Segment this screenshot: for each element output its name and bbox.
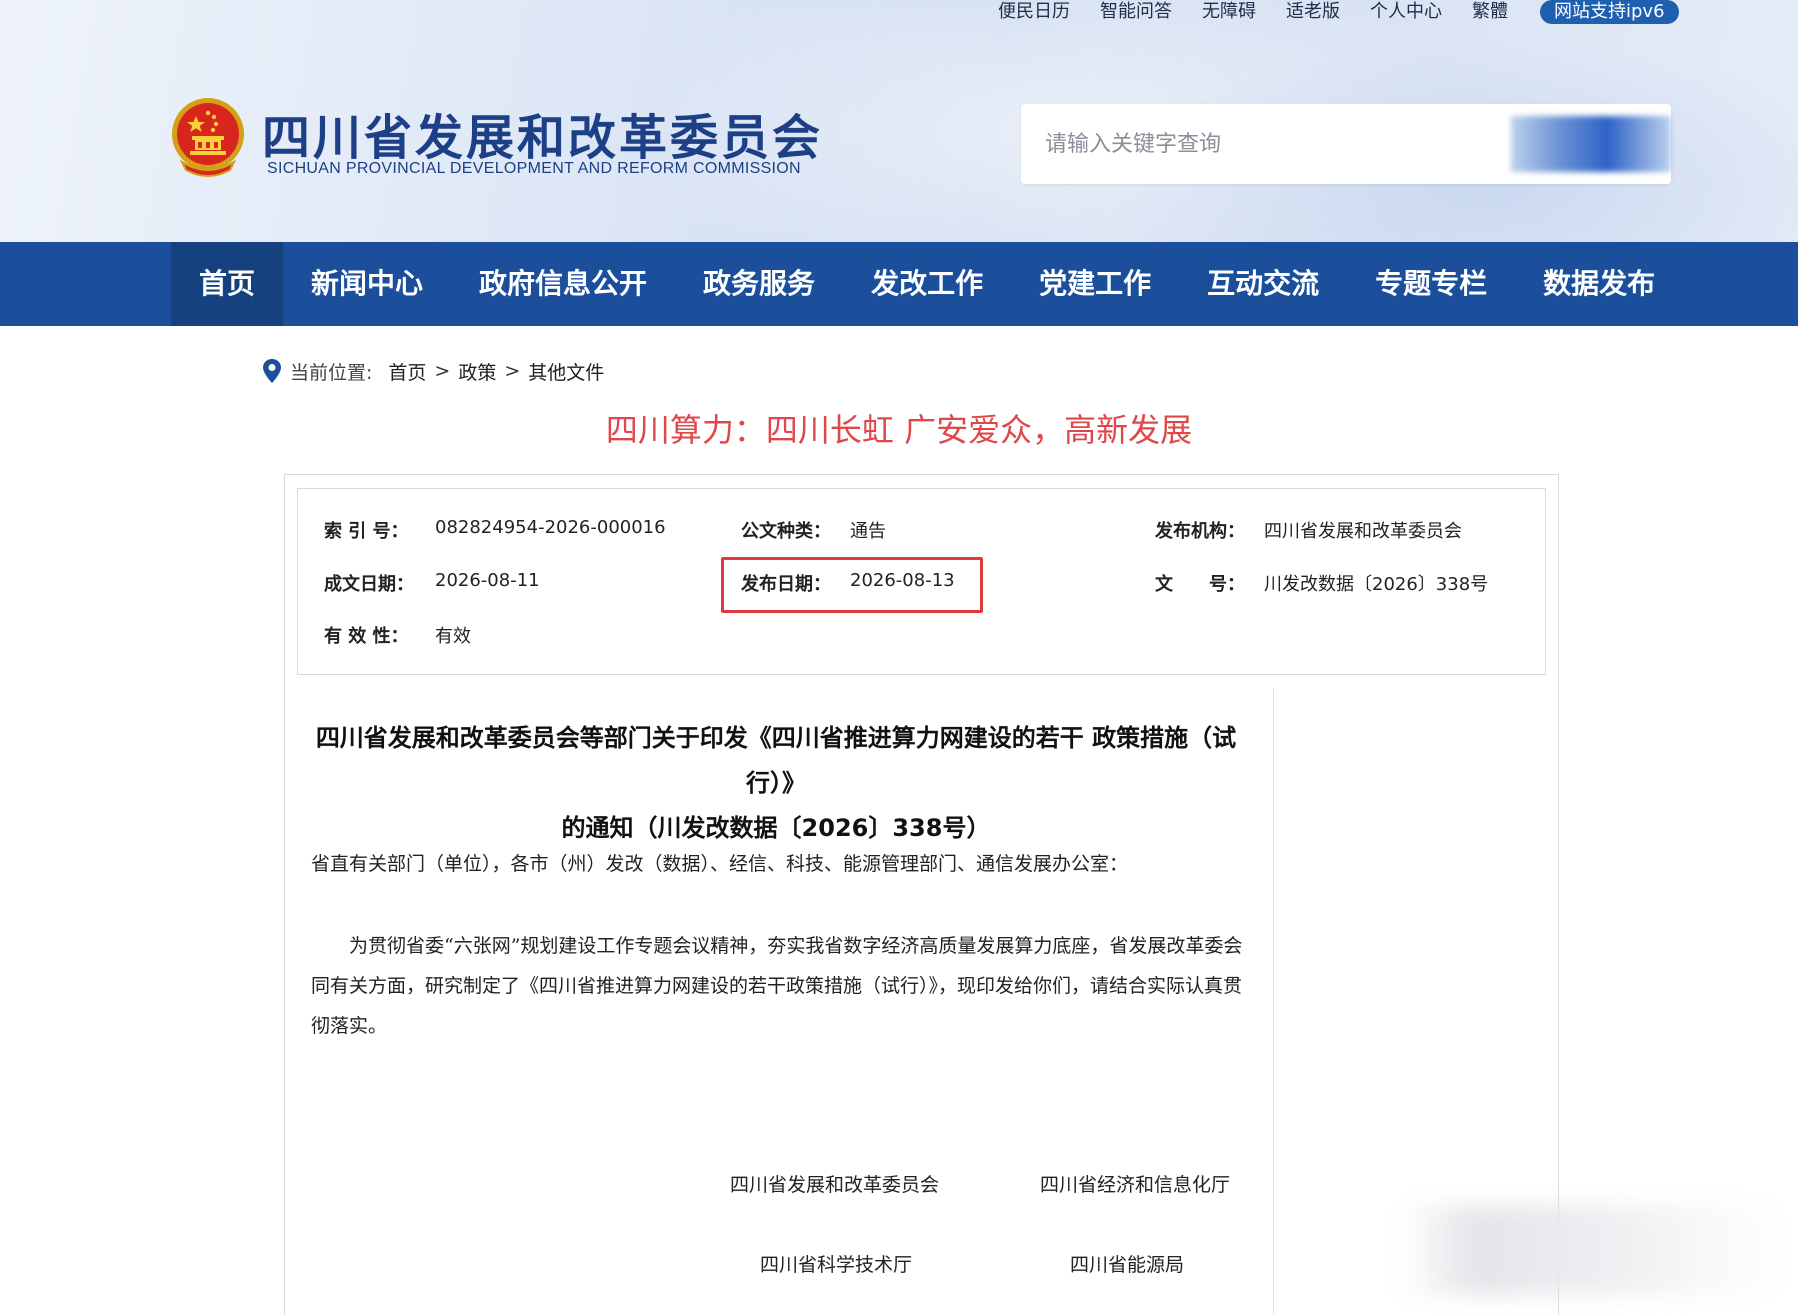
doc-number-label: 文 号： [1155,574,1245,595]
main-nav: 首页 新闻中心 政府信息公开 政务服务 发改工作 党建工作 互动交流 专题专栏 … [0,242,1798,326]
document-heading-line2: 的通知（川发改数据〔2026〕338号） [561,814,991,842]
nav-special-topics[interactable]: 专题专栏 [1347,242,1515,326]
signature-science-tech-dept: 四川省科学技术厅 [760,1254,913,1276]
validity-value: 有效 [435,626,471,647]
document-heading-line1: 四川省发展和改革委员会等部门关于印发《四川省推进算力网建设的若干 政策措施（试行… [315,724,1237,797]
location-pin-icon [263,359,281,383]
breadcrumb-home[interactable]: 首页 [388,358,426,385]
toplink-traditional-chinese[interactable]: 繁體 [1472,1,1508,23]
issuer-label: 发布机构： [1155,521,1245,542]
column-divider [1273,688,1274,1315]
breadcrumb: 当前位置: 首页 > 政策 > 其他文件 [262,356,604,386]
page-title: 四川算力：四川长虹 广安爱众，高新发展 [605,411,1193,449]
toplink-personal-center[interactable]: 个人中心 [1370,1,1442,23]
search-box [1021,104,1671,184]
nav-gov-info-disclosure[interactable]: 政府信息公开 [451,242,675,326]
nav-party-building[interactable]: 党建工作 [1011,242,1179,326]
toplink-accessibility[interactable]: 无障碍 [1202,1,1256,23]
toplink-calendar[interactable]: 便民日历 [998,1,1070,23]
national-emblem-icon[interactable] [168,96,248,180]
site-header: 便民日历 智能问答 无障碍 适老版 个人中心 繁體 网站支持ipv6 四川省发展… [0,0,1798,242]
nav-data-release[interactable]: 数据发布 [1515,242,1683,326]
validity-label: 有 效 性： [324,626,409,647]
index-label: 索 引 号： [324,521,409,542]
category-value: 通告 [850,521,886,542]
signature-energy-bureau: 四川省能源局 [1070,1254,1185,1276]
toplink-smart-qa[interactable]: 智能问答 [1100,1,1172,23]
issuer-value: 四川省发展和改革委员会 [1264,521,1462,542]
breadcrumb-separator: > [434,360,451,382]
site-subtitle: SICHUAN PROVINCIAL DEVELOPMENT AND REFOR… [267,160,801,177]
nav-gov-services[interactable]: 政务服务 [675,242,843,326]
document-recipients: 省直有关部门（单位），各市（州）发改（数据）、经信、科技、能源管理部门、通信发展… [311,853,1129,875]
document-body-paragraph: 为贯彻省委“六张网”规划建设工作专题会议精神，夯实我省数字经济高质量发展算力底座… [311,935,1243,1037]
breadcrumb-other-files[interactable]: 其他文件 [528,358,604,385]
nav-development-reform-work[interactable]: 发改工作 [843,242,1011,326]
written-date-label: 成文日期： [324,574,414,595]
toplink-elderly-mode[interactable]: 适老版 [1286,1,1340,23]
written-date-value: 2026-08-11 [435,570,540,591]
search-input[interactable] [1045,124,1485,164]
nav-interaction[interactable]: 互动交流 [1179,242,1347,326]
signature-economy-it-dept: 四川省经济和信息化厅 [1040,1174,1231,1196]
blurred-overlay [1400,1205,1780,1295]
breadcrumb-policy[interactable]: 政策 [458,358,496,385]
document-heading: 四川省发展和改革委员会等部门关于印发《四川省推进算力网建设的若干 政策措施（试行… [296,716,1256,851]
doc-number-value: 川发改数据〔2026〕338号 [1264,574,1489,595]
site-title[interactable]: 四川省发展和改革委员会 [262,98,823,168]
breadcrumb-lead: 当前位置: [290,361,373,384]
category-label: 公文种类： [741,521,831,542]
nav-news-center[interactable]: 新闻中心 [283,242,451,326]
search-button[interactable] [1511,116,1671,172]
ipv6-badge[interactable]: 网站支持ipv6 [1540,0,1679,24]
publish-date-highlight [721,557,983,613]
nav-home[interactable]: 首页 [171,242,284,326]
breadcrumb-separator: > [504,360,521,382]
index-value: 082824954-2026-000016 [435,517,666,538]
top-links-bar: 便民日历 智能问答 无障碍 适老版 个人中心 繁體 网站支持ipv6 [998,0,1679,24]
signature-ndrc: 四川省发展和改革委员会 [730,1174,940,1196]
